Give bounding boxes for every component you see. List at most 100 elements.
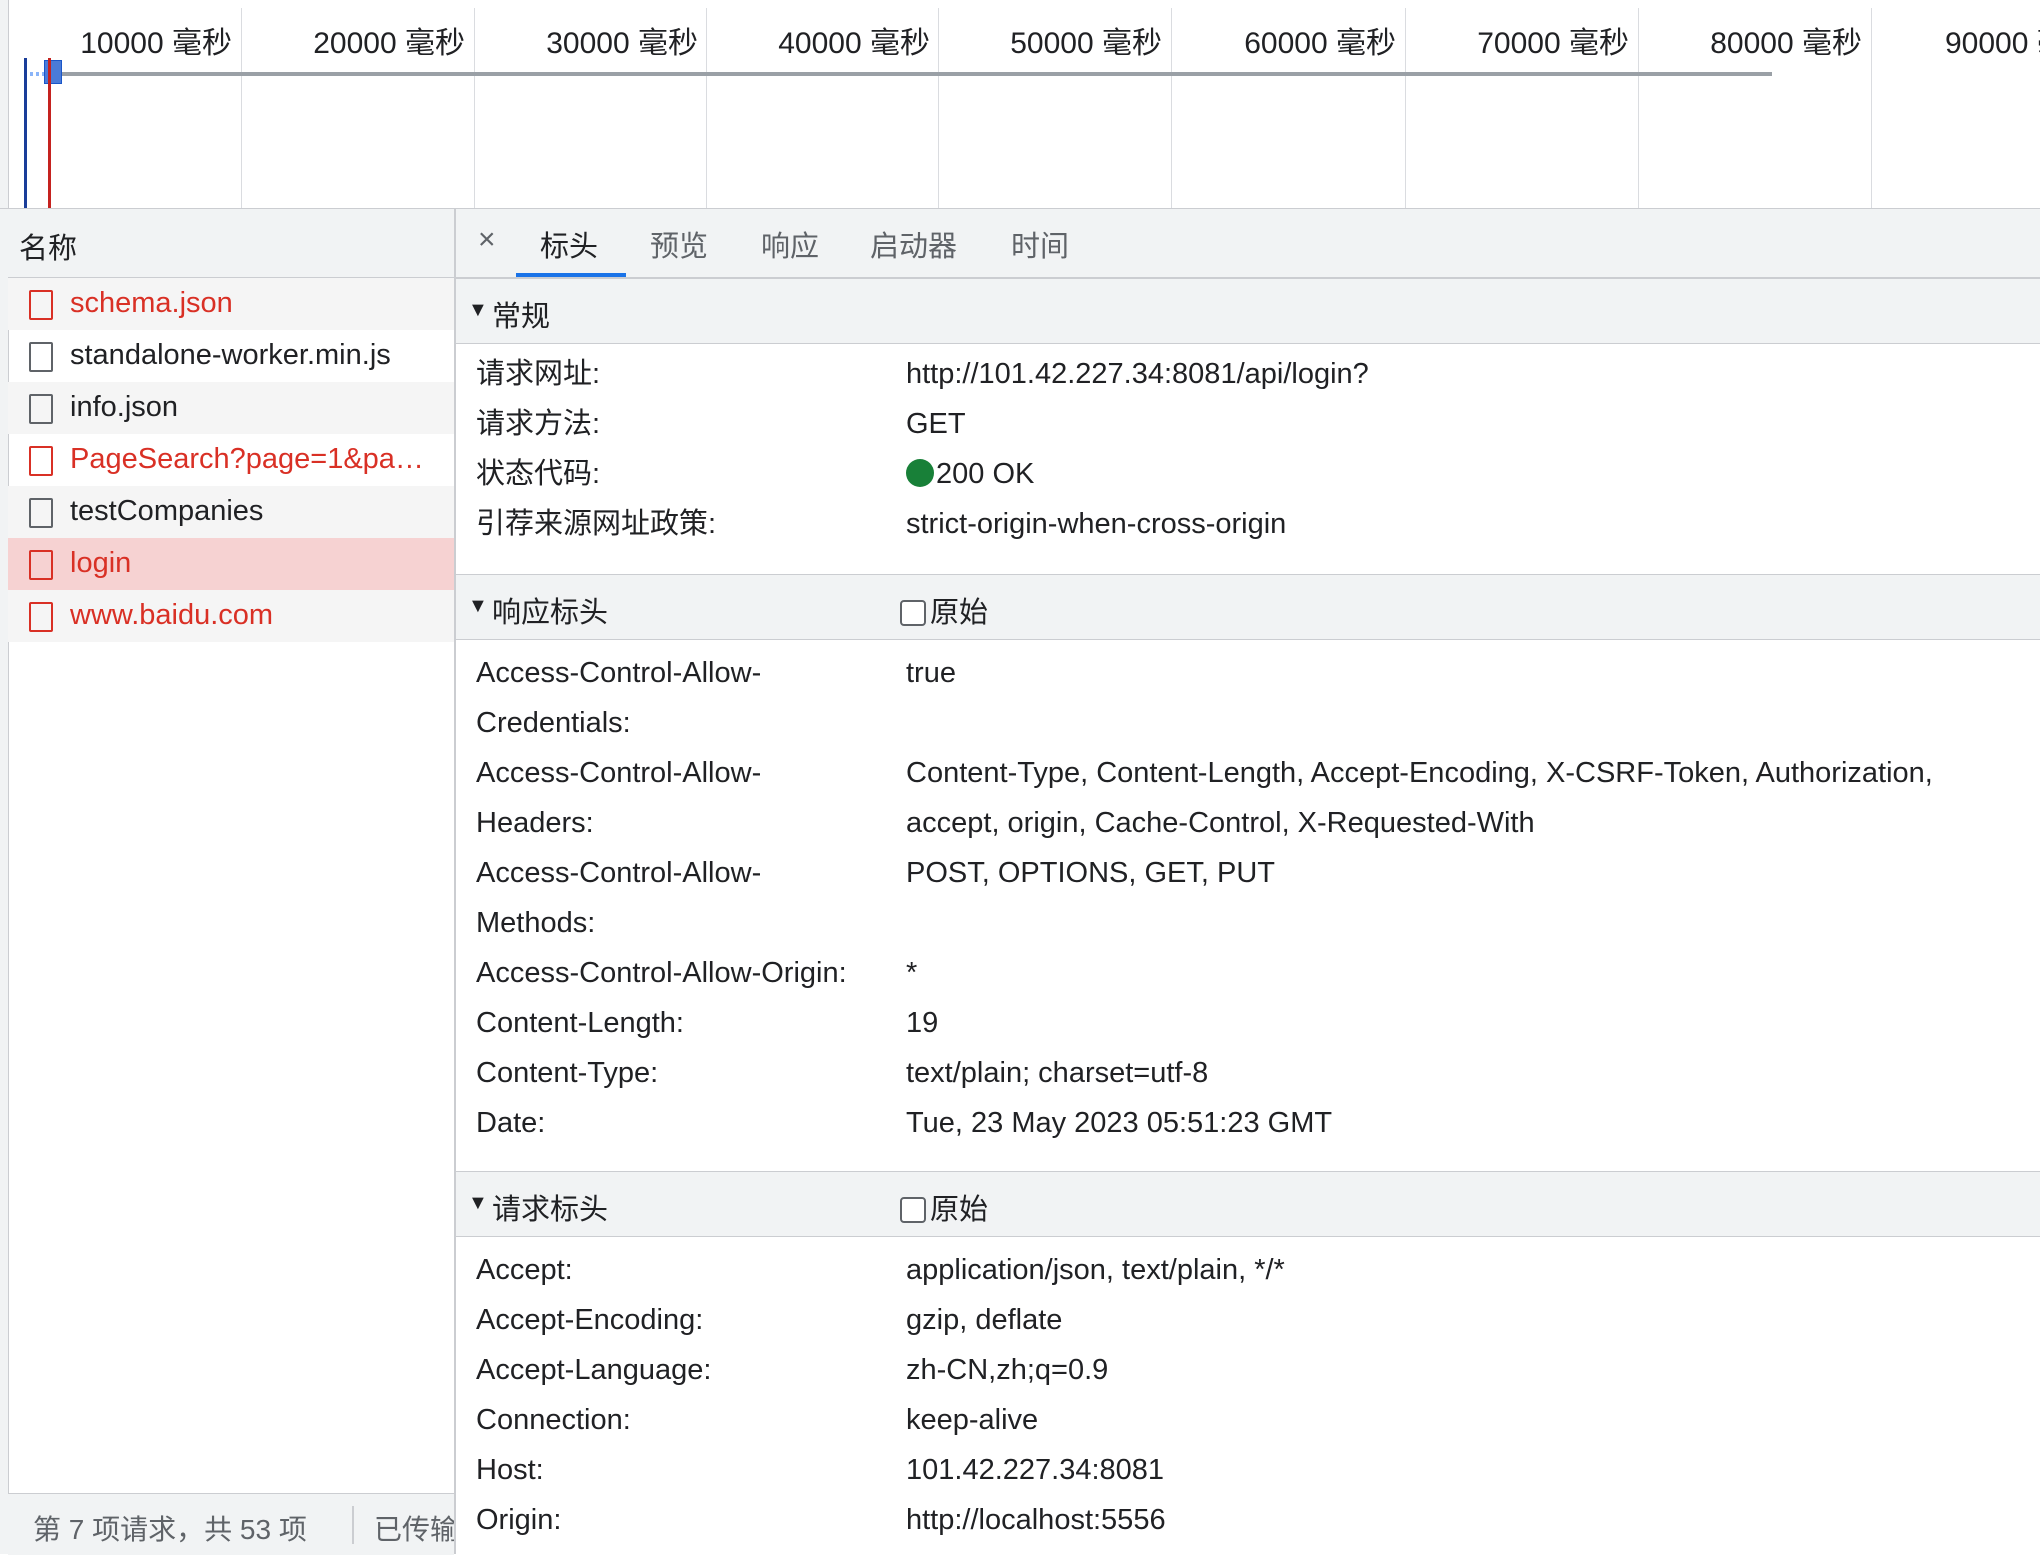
request-name: www.baidu.com xyxy=(70,599,274,631)
raw-checkbox[interactable] xyxy=(900,1197,926,1223)
request-name: info.json xyxy=(70,391,179,423)
response-headers-section-header[interactable]: ▼ 响应标头 原始 xyxy=(456,574,2040,640)
request-headers-section-header[interactable]: ▼ 请求标头 原始 xyxy=(456,1171,2040,1237)
raw-toggle[interactable]: 原始 xyxy=(900,589,988,631)
timeline-tick-label: 40000 毫秒 xyxy=(778,27,930,60)
header-key-continued: Methods: xyxy=(476,907,596,939)
header-key: 请求方法: xyxy=(476,408,601,440)
header-value: keep-alive xyxy=(906,1404,1039,1436)
header-key: Access-Control-Allow- xyxy=(476,857,762,889)
request-name: PageSearch?page=1&pa… xyxy=(70,443,424,475)
timeline-tick-label: 80000 毫秒 xyxy=(1710,27,1862,60)
header-key: Accept-Language: xyxy=(476,1354,712,1386)
header-value: Content-Type, Content-Length, Accept-Enc… xyxy=(906,757,1933,789)
general-section-header[interactable]: ▼ 常规 xyxy=(456,278,2040,344)
request-name: standalone-worker.min.js xyxy=(70,339,391,371)
raw-toggle[interactable]: 原始 xyxy=(900,1186,988,1228)
timeline-tick-label: 60000 毫秒 xyxy=(1244,27,1396,60)
timeline-tick-label: 30000 毫秒 xyxy=(546,27,698,60)
tab-preview[interactable]: 预览 xyxy=(650,223,708,265)
header-key: Content-Type: xyxy=(476,1057,659,1089)
file-icon xyxy=(29,550,53,580)
file-icon xyxy=(29,498,53,528)
network-timeline-overview[interactable]: 10000 毫秒 20000 毫秒 30000 毫秒 40000 毫秒 5000… xyxy=(0,0,2040,209)
header-value: application/json, text/plain, */* xyxy=(906,1254,1285,1286)
header-key: Host: xyxy=(476,1454,544,1486)
raw-label: 原始 xyxy=(930,1194,989,1226)
header-key: Access-Control-Allow-Origin: xyxy=(476,957,847,989)
timeline-tick-label: 20000 毫秒 xyxy=(313,27,465,60)
status-bar: 第 7 项请求，共 53 项 已传输 xyxy=(8,1493,454,1555)
header-value: http://101.42.227.34:8081/api/login? xyxy=(906,358,1369,390)
close-icon[interactable]: × xyxy=(478,223,496,257)
tab-timing[interactable]: 时间 xyxy=(1011,223,1069,265)
tab-response[interactable]: 响应 xyxy=(761,223,819,265)
header-value: http://localhost:5556 xyxy=(906,1504,1166,1536)
status-code-value: 200 OK xyxy=(906,449,2030,499)
file-icon xyxy=(29,342,53,372)
header-key: Accept-Encoding: xyxy=(476,1304,704,1336)
tab-headers[interactable]: 标头 xyxy=(540,223,598,265)
header-value: zh-CN,zh;q=0.9 xyxy=(906,1354,1109,1386)
header-key: Access-Control-Allow- xyxy=(476,757,762,789)
file-icon xyxy=(29,290,53,320)
status-text: 200 OK xyxy=(936,458,1035,490)
header-key: Accept: xyxy=(476,1254,573,1286)
timeline-tick-label: 10000 毫秒 xyxy=(80,27,232,60)
file-icon xyxy=(29,446,53,476)
request-name: testCompanies xyxy=(70,495,264,527)
header-value: 19 xyxy=(906,1007,939,1039)
header-key: 请求网址: xyxy=(476,358,601,390)
header-value: strict-origin-when-cross-origin xyxy=(906,508,1287,540)
header-key: 引荐来源网址政策: xyxy=(476,508,717,540)
collapse-triangle-icon: ▼ xyxy=(468,595,488,617)
header-value: 101.42.227.34:8081 xyxy=(906,1454,1165,1486)
timeline-tick-label: 70000 毫秒 xyxy=(1477,27,1629,60)
request-row[interactable]: schema.json xyxy=(8,278,454,330)
header-key: Origin: xyxy=(476,1504,562,1536)
header-value: * xyxy=(906,957,918,989)
header-value-continued: accept, origin, Cache-Control, X-Request… xyxy=(906,807,1535,839)
status-ok-dot-icon xyxy=(906,459,934,487)
timeline-gridline xyxy=(1871,8,1872,208)
timeline-request-bar xyxy=(62,72,1772,76)
header-value: text/plain; charset=utf-8 xyxy=(906,1057,1209,1089)
status-divider xyxy=(352,1506,354,1544)
header-key-continued: Headers: xyxy=(476,807,594,839)
section-title: 常规 xyxy=(492,301,551,333)
section-title: 响应标头 xyxy=(492,597,609,629)
request-detail-panel: × 标头 预览 响应 启动器 时间 ▼ 常规 请求网址: http://101.… xyxy=(456,209,2040,1554)
request-row-selected[interactable]: login xyxy=(8,538,454,590)
request-row[interactable]: PageSearch?page=1&pa… xyxy=(8,434,454,486)
request-row[interactable]: standalone-worker.min.js xyxy=(8,330,454,382)
detail-tab-bar: × 标头 预览 响应 启动器 时间 xyxy=(456,209,2040,278)
collapse-triangle-icon: ▼ xyxy=(468,299,488,321)
header-key: 状态代码: xyxy=(476,458,601,490)
name-column-label: 名称 xyxy=(19,233,78,265)
timeline-tick-label: 90000 毫秒 xyxy=(1945,27,2040,60)
raw-checkbox[interactable] xyxy=(900,600,926,626)
load-event-marker xyxy=(48,58,51,208)
header-value: GET xyxy=(906,408,966,440)
raw-label: 原始 xyxy=(930,597,989,629)
request-count-summary: 第 7 项请求，共 53 项 xyxy=(33,1514,307,1545)
header-key: Access-Control-Allow- xyxy=(476,657,762,689)
header-value: POST, OPTIONS, GET, PUT xyxy=(906,857,1275,889)
header-key: Content-Length: xyxy=(476,1007,684,1039)
section-title: 请求标头 xyxy=(492,1194,609,1226)
timeline-selected-request xyxy=(44,60,62,84)
request-row[interactable]: testCompanies xyxy=(8,486,454,538)
dom-content-loaded-marker xyxy=(24,58,27,208)
header-key: Connection: xyxy=(476,1404,631,1436)
header-key-continued: Credentials: xyxy=(476,707,631,739)
timeline-waiting-marker xyxy=(30,72,44,76)
name-column-header[interactable]: 名称 xyxy=(8,209,454,278)
file-icon xyxy=(29,394,53,424)
header-value: true xyxy=(906,657,956,689)
request-list-panel: 名称 schema.json standalone-worker.min.js … xyxy=(0,209,456,1555)
request-row[interactable]: info.json xyxy=(8,382,454,434)
request-name: schema.json xyxy=(70,287,233,319)
request-row[interactable]: www.baidu.com xyxy=(8,590,454,642)
tab-initiator[interactable]: 启动器 xyxy=(870,223,957,265)
collapse-triangle-icon: ▼ xyxy=(468,1192,488,1214)
